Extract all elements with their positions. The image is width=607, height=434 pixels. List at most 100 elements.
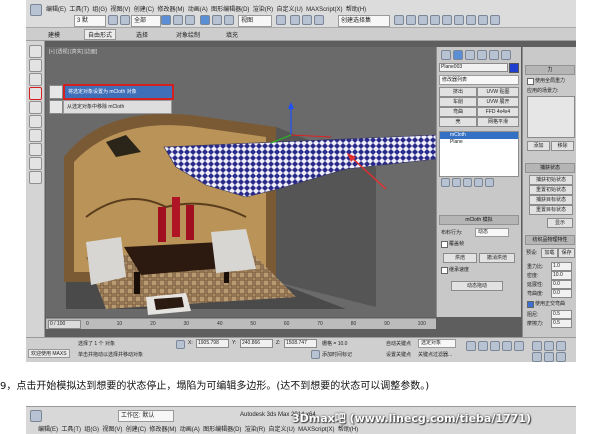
motion-tab-icon[interactable] xyxy=(477,50,487,60)
tool-icon-10[interactable] xyxy=(29,171,42,184)
save-preset-button[interactable]: 保存 xyxy=(558,248,575,258)
angle-snap-icon[interactable] xyxy=(302,15,312,25)
zoom-icon[interactable] xyxy=(532,341,542,351)
modifier-list-dropdown[interactable]: 修改器列表 xyxy=(439,75,519,85)
select-object-icon[interactable] xyxy=(161,15,171,25)
tab-freeform[interactable]: 自由形式 xyxy=(84,29,117,40)
tool-icon-6[interactable] xyxy=(29,115,42,128)
pivot-icon[interactable] xyxy=(276,15,286,25)
inherit-velocity-checkbox[interactable] xyxy=(441,267,448,274)
show-target-button[interactable]: 显示 xyxy=(547,218,573,228)
tool-icon-5[interactable] xyxy=(29,101,42,114)
gravity-scale-field[interactable]: 1.0 xyxy=(551,262,572,271)
modifier-unwrap-uvw-button[interactable]: UVW 展开 xyxy=(477,97,519,107)
mcloth-tshirt-icon[interactable] xyxy=(29,87,42,100)
stretchiness-field[interactable]: 0.0 xyxy=(551,280,572,289)
menu-group[interactable]: 组(G) xyxy=(92,7,107,13)
density-field[interactable]: 10.0 xyxy=(551,271,572,280)
menu-help[interactable]: 帮助(H) xyxy=(346,7,366,13)
utilities-tab-icon[interactable] xyxy=(501,50,511,60)
prev-frame-icon[interactable] xyxy=(478,341,488,351)
bendiness-field[interactable]: 0.0 xyxy=(551,289,572,298)
tool-icon-8[interactable] xyxy=(29,143,42,156)
modifier-extrude-button[interactable]: 挤出 xyxy=(439,87,477,97)
damping-field[interactable]: 0.5 xyxy=(551,310,572,319)
reset-target-state-button[interactable]: 重置目标状态 xyxy=(529,205,573,215)
make-unique-icon[interactable] xyxy=(463,178,472,187)
capture-initial-state-button[interactable]: 捕获初始状态 xyxy=(529,175,573,185)
go-to-start-icon[interactable] xyxy=(466,341,476,351)
menu-maxscript[interactable]: MAXScript(X) xyxy=(306,7,342,13)
modifier-meshsmooth-button[interactable]: 网格平滑 xyxy=(477,117,519,127)
add-time-tag-button[interactable]: 添加时间标记 xyxy=(322,351,352,358)
create-tab-icon[interactable] xyxy=(441,50,451,60)
layer-manager-icon[interactable] xyxy=(418,15,428,25)
go-to-end-icon[interactable] xyxy=(514,341,524,351)
lock-selection-icon[interactable] xyxy=(176,340,185,349)
orthogonal-bending-checkbox[interactable] xyxy=(527,301,534,308)
use-global-gravity-checkbox[interactable] xyxy=(527,78,534,85)
y-coord-field[interactable]: 240.866 xyxy=(240,339,273,348)
menu-customize[interactable]: 自定义(U) xyxy=(276,7,302,13)
mirror-icon[interactable] xyxy=(394,15,404,25)
modifier-ffd-button[interactable]: FFD 4x4x4 xyxy=(477,107,519,117)
curve-editor-icon[interactable] xyxy=(430,15,440,25)
select-rotate-icon[interactable] xyxy=(212,15,222,25)
remove-modifier-icon[interactable] xyxy=(474,178,483,187)
tab-modeling[interactable]: 建模 xyxy=(48,30,60,39)
z-coord-field[interactable]: 1508.747 xyxy=(284,339,317,348)
next-frame-icon[interactable] xyxy=(502,341,512,351)
modifier-bend-button[interactable]: 弯曲 xyxy=(439,107,477,117)
tool-icon-2[interactable] xyxy=(29,59,42,72)
load-preset-button[interactable]: 加载 xyxy=(541,248,558,258)
tab-object-paint[interactable]: 对象绘制 xyxy=(176,30,200,39)
hierarchy-tab-icon[interactable] xyxy=(465,50,475,60)
modifier-shell-button[interactable]: 壳 xyxy=(439,117,477,127)
time-slider[interactable]: 0 / 100 0 10 20 30 40 50 60 70 80 90 100 xyxy=(46,318,436,329)
show-end-result-icon[interactable] xyxy=(452,178,461,187)
remove-force-button[interactable]: 移除 xyxy=(551,141,574,151)
cloth-behavior-dropdown[interactable]: 动态 xyxy=(475,228,509,237)
menu-animation[interactable]: 动画(A) xyxy=(188,7,208,13)
menu-tools[interactable]: 工具(T) xyxy=(69,7,89,13)
menu-graph-editors[interactable]: 图形编辑器(D) xyxy=(211,7,249,13)
object-color-swatch[interactable] xyxy=(509,63,519,73)
stack-item-mcloth[interactable]: mCloth xyxy=(440,132,518,139)
schematic-view-icon[interactable] xyxy=(442,15,452,25)
tool-icon-9[interactable] xyxy=(29,157,42,170)
snap-toggle-icon[interactable] xyxy=(290,15,300,25)
pin-stack-icon[interactable] xyxy=(441,178,450,187)
render-setup-icon[interactable] xyxy=(466,15,476,25)
object-name-field[interactable]: Plane003 xyxy=(439,63,508,72)
align-icon[interactable] xyxy=(406,15,416,25)
reference-coordinate-dropdown[interactable]: 视图 xyxy=(238,15,272,27)
menu-modifiers[interactable]: 修改器(M) xyxy=(157,7,184,13)
select-region-icon[interactable] xyxy=(185,15,195,25)
interactive-drag-button[interactable]: 动态拖动 xyxy=(451,281,503,291)
friction-field[interactable]: 0.5 xyxy=(551,319,572,328)
render-production-icon[interactable] xyxy=(490,15,500,25)
time-slider-handle[interactable]: 0 / 100 xyxy=(48,320,81,329)
mcloth-simulation-rollout[interactable]: mCloth 模拟 xyxy=(439,215,519,225)
workspace-dropdown[interactable]: 3 默 xyxy=(74,15,106,27)
select-scale-icon[interactable] xyxy=(224,15,234,25)
modifier-lathe-button[interactable]: 车削 xyxy=(439,97,477,107)
tool-icon-1[interactable] xyxy=(29,45,42,58)
menu-views[interactable]: 视图(V) xyxy=(110,7,130,13)
display-tab-icon[interactable] xyxy=(489,50,499,60)
selected-object-dropdown[interactable]: 选定对象 xyxy=(418,339,456,348)
bake-button[interactable]: 烘焙 xyxy=(443,253,477,263)
menu-edit[interactable]: 编辑(E) xyxy=(46,7,66,13)
fov-icon[interactable] xyxy=(544,352,554,362)
tab-selection[interactable]: 选择 xyxy=(136,30,148,39)
override-frame-checkbox[interactable] xyxy=(441,241,448,248)
redo-icon[interactable] xyxy=(120,15,130,25)
tab-populate[interactable]: 填充 xyxy=(226,30,238,39)
textile-physics-rollout[interactable]: 纺织品物理特性 xyxy=(525,235,575,245)
forces-rollout[interactable]: 力 xyxy=(525,65,575,75)
remove-mcloth-item[interactable]: 从选定对象中移除 mCloth xyxy=(63,100,172,114)
play-icon[interactable] xyxy=(490,341,500,351)
percent-snap-icon[interactable] xyxy=(314,15,324,25)
reset-initial-state-button[interactable]: 重置初始状态 xyxy=(529,185,573,195)
select-by-name-icon[interactable] xyxy=(173,15,183,25)
